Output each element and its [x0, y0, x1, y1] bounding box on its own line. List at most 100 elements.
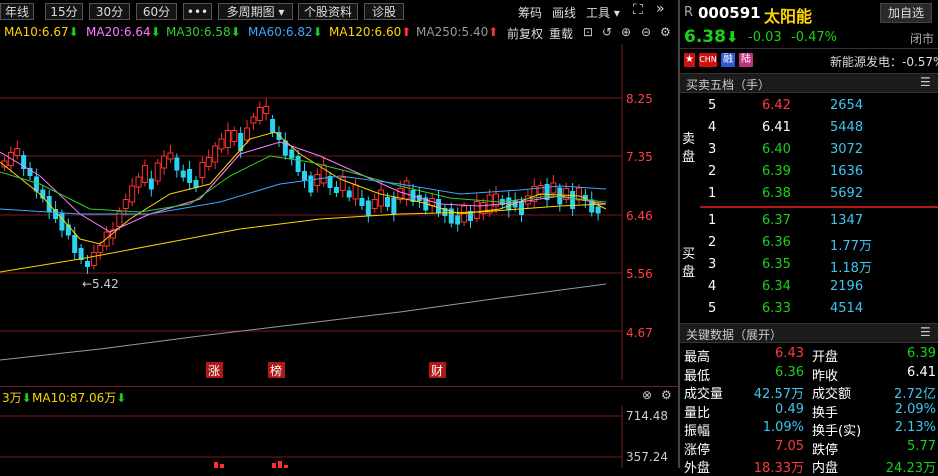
fuquan-toggle[interactable]: 前复权: [507, 25, 543, 42]
orderbook-header[interactable]: 买卖五档（手） ☰: [680, 73, 938, 93]
candle-body: [180, 170, 186, 178]
more-periods-button[interactable]: •••: [183, 3, 212, 20]
keydata-label: 量比: [684, 405, 711, 421]
zoom-in-icon[interactable]: ⊕: [621, 25, 631, 39]
candle-body: [212, 145, 219, 163]
orderbook-row[interactable]: 3 6.35 1.18万: [680, 254, 938, 276]
undo-icon[interactable]: ↺: [602, 25, 612, 39]
ma-indicator-row: MA10:6.67⬇ MA20:6.64⬇ MA30:6.58⬇ MA60:6.…: [0, 24, 678, 42]
keydata-row: 量比 0.49 换手 2.09%: [680, 401, 938, 421]
menu-icon[interactable]: ☰: [920, 325, 931, 339]
keydata-value: 1.09%: [762, 420, 804, 435]
keydata-label: 涨停: [684, 442, 711, 458]
diagnose-button[interactable]: 诊股: [364, 3, 404, 20]
candle-body: [403, 180, 410, 200]
add-to-watchlist-button[interactable]: 加自选: [880, 3, 932, 23]
sector-info[interactable]: 新能源发电：-0.57%: [830, 53, 938, 70]
candle-body: [365, 200, 371, 216]
candle-body: [384, 197, 390, 207]
marker-zhang[interactable]: 涨: [208, 363, 220, 378]
settings-gear-icon[interactable]: ⚙: [661, 388, 672, 402]
ma120-label: MA120:6.60⬆: [329, 25, 412, 39]
draw-line-button[interactable]: 画线: [552, 4, 576, 21]
orderbook-row[interactable]: 3 6.40 3072: [680, 139, 938, 161]
orderbook-row[interactable]: 4 6.34 2196: [680, 276, 938, 298]
candle-body: [205, 157, 212, 167]
candle-body: [129, 185, 136, 203]
orderbook-row[interactable]: 4 6.41 5448: [680, 117, 938, 139]
volume-chart[interactable]: 714.48 357.24: [0, 406, 678, 468]
event-markers: 涨 榜 财: [206, 362, 446, 378]
multi-period-dropdown[interactable]: 多周期图 ▾: [218, 3, 293, 20]
keydata-value: 0.49: [775, 401, 804, 417]
order-volume: 1.77万: [830, 239, 872, 254]
double-chevron-right-icon[interactable]: »: [656, 1, 665, 17]
stock-code: 000591: [698, 4, 761, 22]
30min-button[interactable]: 30分: [89, 3, 130, 20]
keydata-title: 关键数据（展开）: [686, 328, 783, 342]
lock-icon[interactable]: ⊡: [583, 25, 593, 39]
order-volume: 1347: [830, 213, 864, 228]
keydata-label: 外盘: [684, 461, 711, 476]
menu-icon[interactable]: ☰: [920, 75, 931, 89]
keydata-label: 内盘: [812, 461, 839, 476]
low-price-annotation: ←5.42: [82, 277, 119, 291]
marker-cai[interactable]: 财: [431, 364, 443, 378]
keydata-label: 跌停: [812, 442, 839, 458]
order-level: 5: [708, 98, 717, 113]
order-price: 6.38: [762, 186, 791, 201]
orderbook-row[interactable]: 2 6.36 1.77万: [680, 232, 938, 254]
candle-body: [199, 162, 206, 178]
15min-button[interactable]: 15分: [45, 3, 83, 20]
candle-body: [333, 187, 339, 193]
candle-body: [141, 165, 148, 183]
close-icon[interactable]: ⊗: [642, 388, 652, 402]
reload-button[interactable]: 重载: [549, 25, 573, 42]
candle-body: [346, 190, 352, 198]
ma20-label: MA20:6.64⬇: [86, 25, 161, 39]
order-volume: 5448: [830, 120, 864, 135]
keydata-value: 6.36: [775, 364, 804, 380]
fullscreen-icon[interactable]: ⛶: [633, 2, 643, 18]
candle-body: [595, 206, 601, 214]
volume-axis-label: 714.48: [626, 409, 668, 423]
orderbook-title: 买卖五档（手）: [686, 78, 771, 92]
orderbook-row[interactable]: 5 6.33 4514: [680, 298, 938, 320]
volume-bars: [214, 461, 288, 468]
keydata-row: 最高 6.43 开盘 6.39: [680, 345, 938, 365]
price-axis-label: 6.46: [626, 209, 653, 223]
candle-body: [436, 199, 442, 213]
price-axis-label: 5.56: [626, 267, 653, 281]
settings-gear-icon[interactable]: ⚙: [660, 25, 671, 39]
orderbook-row[interactable]: 2 6.39 1636: [680, 161, 938, 183]
order-price: 6.39: [762, 164, 791, 179]
order-price: 6.37: [762, 213, 791, 228]
marker-bang[interactable]: 榜: [270, 363, 282, 378]
keydata-value: 18.33万: [753, 461, 804, 476]
orderbook-row[interactable]: 5 6.42 2654: [680, 95, 938, 117]
candle-body: [352, 184, 359, 200]
price-axis: 8.25 7.35 6.46 5.56 4.67: [626, 92, 653, 340]
tools-dropdown[interactable]: 工具 ▾: [586, 4, 620, 21]
down-arrow-icon: ⬇: [116, 391, 127, 405]
orderbook-row[interactable]: 1 6.37 1347: [680, 210, 938, 232]
keydata-row: 涨停 7.05 跌停 5.77: [680, 438, 938, 458]
60min-button[interactable]: 60分: [136, 3, 177, 20]
candle-body: [135, 176, 142, 188]
order-volume: 2196: [830, 279, 864, 294]
year-line-button[interactable]: 年线: [0, 3, 34, 20]
chips-button[interactable]: 筹码: [518, 4, 542, 21]
moving-average-lines: [0, 131, 607, 361]
keydata-header[interactable]: 关键数据（展开） ☰: [680, 323, 938, 343]
stock-profile-button[interactable]: 个股资料: [298, 3, 358, 20]
down-arrow-icon: ⬇: [312, 25, 323, 39]
chart-toolbar: 年线 15分 30分 60分 ••• 多周期图 ▾ 个股资料 诊股 筹码 画线 …: [0, 0, 678, 24]
order-price: 6.42: [762, 98, 791, 113]
candle-body: [167, 152, 174, 160]
orderbook-row[interactable]: 1 6.38 5692: [680, 183, 938, 205]
order-volume: 5692: [830, 186, 864, 201]
order-level: 3: [708, 142, 717, 157]
price-axis-label: 7.35: [626, 150, 653, 164]
zoom-out-icon[interactable]: ⊖: [641, 25, 651, 39]
kline-chart[interactable]: 8.25 7.35 6.46 5.56 4.67 ←5.42 涨 榜 财: [0, 44, 678, 380]
